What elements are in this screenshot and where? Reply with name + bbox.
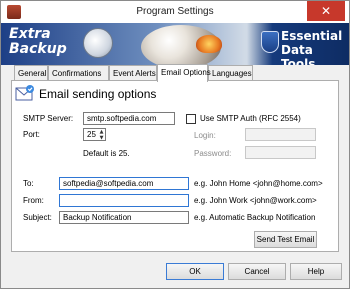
envelope-icon (15, 85, 34, 101)
password-label: Password: (194, 149, 232, 158)
shield-icon (261, 31, 279, 53)
tab-confirmations[interactable]: Confirmations (48, 65, 109, 81)
title-bar: Program Settings ✕ (1, 1, 349, 23)
password-field[interactable] (245, 146, 316, 159)
email-options-panel (11, 80, 339, 252)
window-title: Program Settings (136, 6, 214, 17)
ok-button[interactable]: OK (166, 263, 224, 280)
from-field[interactable] (59, 194, 189, 207)
use-smtp-auth-label: Use SMTP Auth (RFC 2554) (200, 114, 301, 123)
essential-data-tools-logo: Essential Data Tools (281, 29, 347, 65)
from-label: From: (23, 196, 44, 205)
logo-line-1: Extra (9, 26, 51, 42)
subject-field[interactable]: Backup Notification (59, 211, 189, 224)
clock-icon (83, 28, 113, 58)
login-field[interactable] (245, 128, 316, 141)
program-settings-window: Program Settings ✕ Extra Backup Essentia… (0, 0, 350, 289)
flame-icon (196, 35, 222, 53)
logo-line-2: Backup (9, 41, 67, 57)
tab-email-options[interactable]: Email Options (157, 64, 211, 82)
close-icon[interactable]: ✕ (307, 1, 345, 21)
cancel-button[interactable]: Cancel (228, 263, 286, 280)
logo-line-2: Data Tools (281, 43, 316, 65)
extra-backup-logo: Extra Backup (9, 27, 71, 57)
logo-line-1: Essential (281, 29, 343, 43)
tab-languages[interactable]: Languages (208, 65, 253, 81)
banner: Extra Backup Essential Data Tools (1, 23, 349, 65)
to-hint: e.g. John Home <john@home.com> (194, 179, 323, 188)
subject-hint: e.g. Automatic Backup Notification (194, 213, 316, 222)
chevron-down-icon[interactable]: ▼ (98, 135, 105, 141)
subject-label: Subject: (23, 213, 52, 222)
tab-general[interactable]: General (14, 65, 48, 81)
port-default-note: Default is 25. (83, 149, 130, 158)
login-label: Login: (194, 131, 216, 140)
smtp-server-label: SMTP Server: (23, 114, 74, 123)
port-stepper[interactable]: ▲ ▼ (98, 128, 106, 141)
smtp-server-field[interactable]: smtp.softpedia.com (83, 112, 175, 125)
port-label: Port: (23, 130, 40, 139)
to-label: To: (23, 179, 34, 188)
tab-event-alerts[interactable]: Event Alerts (109, 65, 157, 81)
from-hint: e.g. John Work <john@work.com> (194, 196, 317, 205)
help-button[interactable]: Help (290, 263, 342, 280)
to-field[interactable]: softpedia@softpedia.com (59, 177, 189, 190)
send-test-email-button[interactable]: Send Test Email (254, 231, 317, 248)
port-field[interactable]: 25 (83, 128, 99, 141)
email-options-heading: Email sending options (39, 87, 157, 101)
use-smtp-auth-checkbox[interactable] (186, 114, 196, 124)
